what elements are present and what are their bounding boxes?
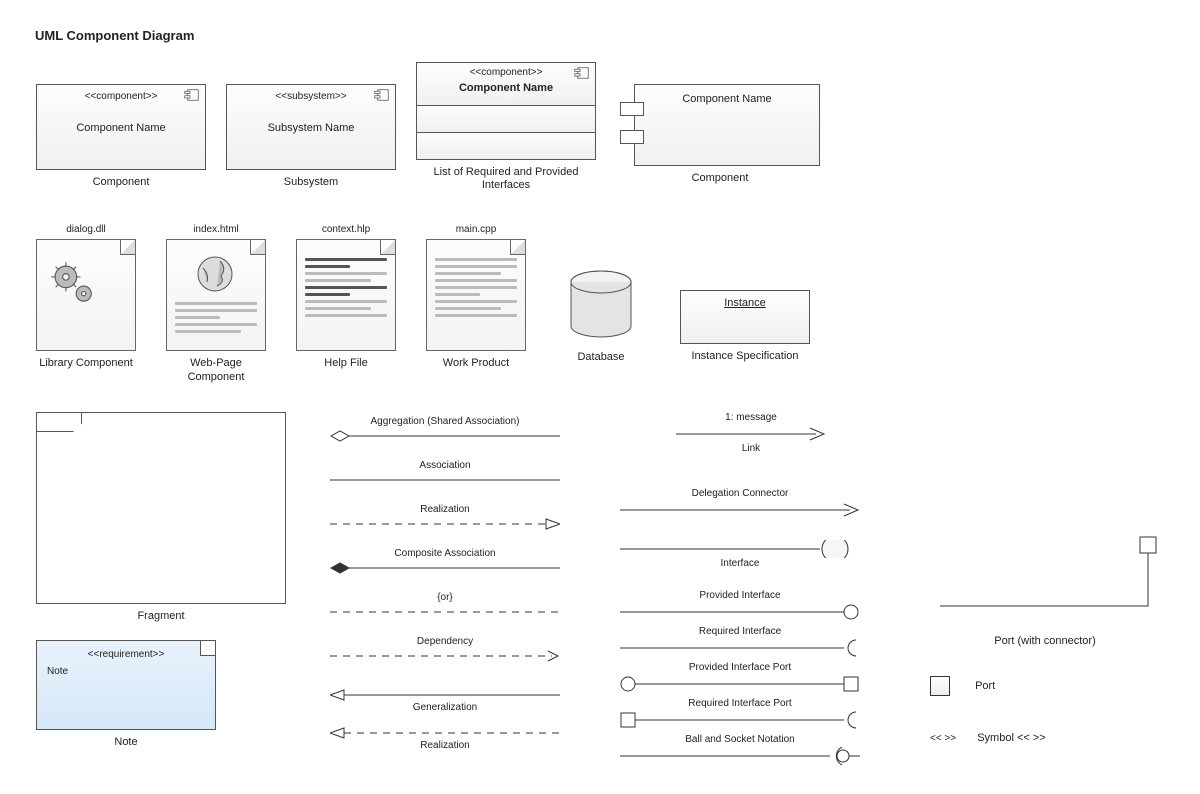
rel-realization: Realization <box>330 504 560 531</box>
rel-ball-socket: Ball and Socket Notation <box>620 734 860 765</box>
caption: Ball and Socket Notation <box>620 734 860 745</box>
caption: Component <box>36 176 206 190</box>
stereotype: <<component>> <box>417 63 595 78</box>
diagram-title: UML Component Diagram <box>35 28 194 43</box>
caption: Realization <box>330 504 560 515</box>
rel-provided-interface: Provided Interface <box>620 590 860 621</box>
element-subsystem: <<subsystem>> Subsystem Name Subsystem <box>226 84 396 190</box>
element-component-ports: Component Name Component <box>620 84 820 186</box>
caption: Provided Interface <box>620 590 860 601</box>
caption: Delegation Connector <box>620 488 860 499</box>
rel-required-interface: Required Interface <box>620 626 860 657</box>
rel-provided-port: Provided Interface Port <box>620 662 860 693</box>
cylinder-icon <box>566 270 636 342</box>
component-icon <box>374 89 389 104</box>
element-fragment: Fragment <box>36 412 286 624</box>
file-name: index.html <box>166 224 266 235</box>
caption: Required Interface Port <box>620 698 860 709</box>
caption: Port (with connector) <box>930 635 1160 649</box>
element-component: <<component>> Component Name Component <box>36 84 206 190</box>
gear-icon <box>47 258 101 315</box>
caption: Dependency <box>330 636 560 647</box>
symbol-glyph: << >> <box>930 733 956 744</box>
element-interface-list: <<component>> Component Name List of Req… <box>416 62 596 192</box>
caption: Work Product <box>426 357 526 371</box>
rel-interface: Interface <box>620 540 860 571</box>
element-webpage: index.html Web-Page Component <box>166 224 266 385</box>
component-icon <box>184 89 199 104</box>
file-name: main.cpp <box>426 224 526 235</box>
component-name: Component Name <box>635 85 819 105</box>
caption: Interface <box>620 558 860 569</box>
element-library: dialog.dll Library Component <box>36 224 136 371</box>
rel-delegation: Delegation Connector <box>620 488 860 519</box>
element-database: Database <box>556 270 646 365</box>
note-text: Note <box>47 666 205 677</box>
rel-realization-2: Realization <box>330 726 560 753</box>
rel-generalization: Generalization <box>330 688 560 715</box>
component-name: Component Name <box>37 102 205 134</box>
caption: Generalization <box>330 702 560 713</box>
element-helpfile: context.hlp Help File <box>296 224 396 371</box>
element-port: Port <box>930 676 1160 696</box>
stereotype: <<requirement>> <box>47 649 205 660</box>
caption: Port <box>975 680 995 692</box>
element-symbol: << >> Symbol << >> <box>930 732 1160 744</box>
caption: Aggregation (Shared Association) <box>330 416 560 427</box>
port-icon <box>620 130 644 144</box>
port-icon <box>620 102 644 116</box>
caption: 1: message <box>676 412 826 423</box>
stereotype: <<component>> <box>37 85 205 102</box>
caption: Fragment <box>36 610 286 624</box>
rel-association: Association <box>330 460 560 487</box>
caption: Required Interface <box>620 626 860 637</box>
caption: Provided Interface Port <box>620 662 860 673</box>
file-name: context.hlp <box>296 224 396 235</box>
component-icon <box>574 67 589 82</box>
element-workproduct: main.cpp Work Product <box>426 224 526 371</box>
rel-composite: Composite Association <box>330 548 560 575</box>
caption: Help File <box>296 357 396 371</box>
element-note: <<requirement>> Note Note <box>36 640 216 750</box>
component-name: Component Name <box>417 78 595 94</box>
instance-name: Instance <box>681 291 809 309</box>
caption: Composite Association <box>330 548 560 559</box>
caption: Association <box>330 460 560 471</box>
subsystem-name: Subsystem Name <box>227 102 395 134</box>
element-instance-spec: Instance Instance Specification <box>680 290 810 364</box>
caption: Realization <box>330 740 560 751</box>
rel-required-port: Required Interface Port <box>620 698 860 729</box>
caption: {or} <box>330 592 560 603</box>
caption: Note <box>36 736 216 750</box>
rel-link: 1: message Link <box>676 412 826 456</box>
caption: Symbol << >> <box>977 732 1046 744</box>
globe-icon <box>195 254 235 297</box>
stereotype: <<subsystem>> <box>227 85 395 102</box>
rel-dependency: Dependency <box>330 636 560 663</box>
caption: Web-Page Component <box>166 357 266 385</box>
file-name: dialog.dll <box>36 224 136 235</box>
caption: List of Required and Provided Interfaces <box>416 166 596 192</box>
element-port-connector: Port (with connector) <box>930 536 1160 649</box>
rel-or: {or} <box>330 592 560 619</box>
caption: Link <box>676 443 826 454</box>
caption: Component <box>620 172 820 186</box>
port-icon <box>930 676 950 696</box>
caption: Instance Specification <box>680 350 810 364</box>
rel-aggregation: Aggregation (Shared Association) <box>330 416 560 443</box>
caption: Subsystem <box>226 176 396 190</box>
caption: Library Component <box>36 357 136 371</box>
caption: Database <box>556 351 646 365</box>
